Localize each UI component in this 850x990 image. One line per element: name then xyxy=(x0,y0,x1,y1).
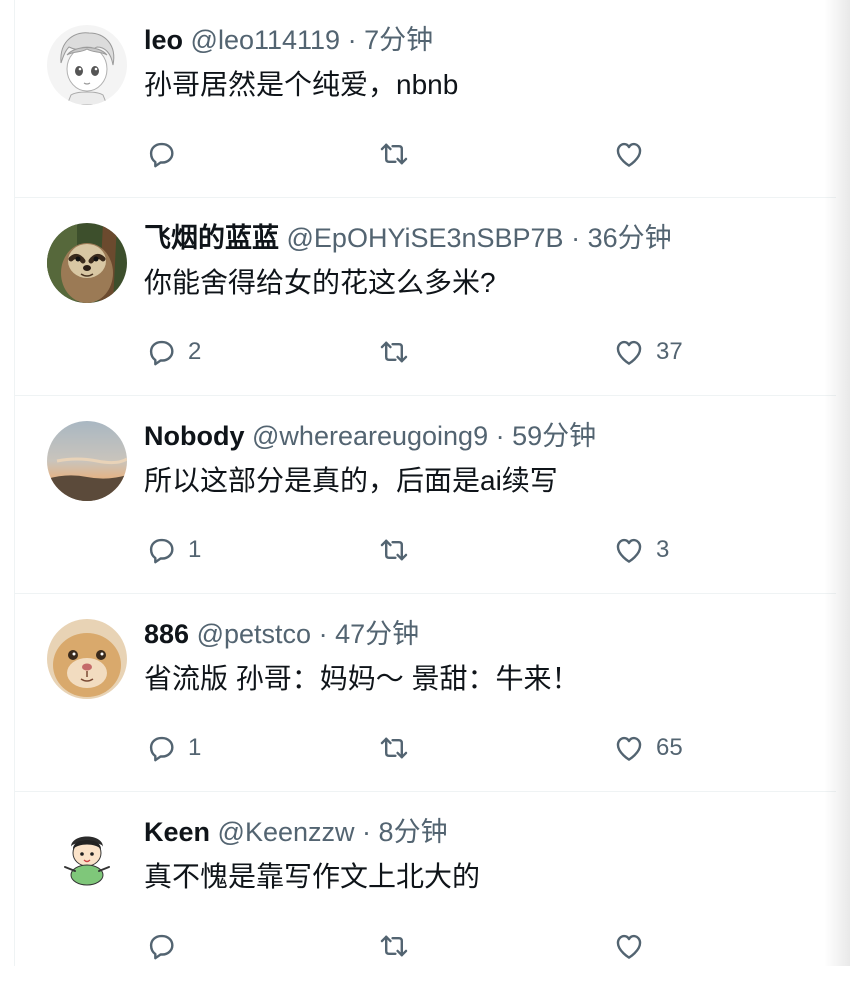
like-button[interactable] xyxy=(612,926,656,966)
avatar[interactable] xyxy=(47,619,127,699)
like-count: 65 xyxy=(656,734,683,761)
reply-button[interactable]: 1 xyxy=(144,530,201,570)
like-button[interactable] xyxy=(612,134,656,174)
heart-icon xyxy=(612,137,646,171)
reply-header: Keen @Keenzzw · 8分钟 xyxy=(144,815,448,849)
reply-feed: leo @leo114119 · 7分钟 孙哥居然是个纯爱，nbnb 飞烟的蓝蓝… xyxy=(0,0,850,966)
display-name[interactable]: leo xyxy=(144,25,183,55)
timestamp[interactable]: 59分钟 xyxy=(512,421,596,451)
separator-dot: · xyxy=(571,223,581,253)
reply-icon xyxy=(144,929,178,963)
like-button[interactable]: 37 xyxy=(612,332,683,372)
user-handle[interactable]: @petstco xyxy=(197,619,311,649)
reply-icon xyxy=(144,731,178,765)
retweet-button[interactable] xyxy=(377,926,421,966)
action-bar: 2 37 xyxy=(144,332,704,372)
separator-dot: · xyxy=(495,421,505,451)
reply-text: 孙哥居然是个纯爱，nbnb xyxy=(144,69,459,100)
retweet-button[interactable] xyxy=(377,332,421,372)
retweet-icon xyxy=(377,137,411,171)
display-name[interactable]: 886 xyxy=(144,619,189,649)
display-name[interactable]: Nobody xyxy=(144,421,245,451)
timestamp[interactable]: 8分钟 xyxy=(379,817,448,847)
reply-icon xyxy=(144,533,178,567)
reply-text: 所以这部分是真的，后面是ai续写 xyxy=(144,465,558,496)
avatar[interactable] xyxy=(47,421,127,501)
heart-icon xyxy=(612,929,646,963)
reply-count: 1 xyxy=(188,734,202,761)
reply-count: 2 xyxy=(188,338,202,365)
reply-text: 省流版 孙哥：妈妈～ 景甜：牛来！ xyxy=(144,663,580,694)
user-handle[interactable]: @Keenzzw xyxy=(218,817,355,847)
separator-dot: · xyxy=(347,25,357,55)
like-button[interactable]: 3 xyxy=(612,530,669,570)
timestamp[interactable]: 7分钟 xyxy=(364,25,433,55)
action-bar: 1 3 xyxy=(144,530,704,570)
reply-button[interactable] xyxy=(144,134,188,174)
reply-button[interactable]: 1 xyxy=(144,728,201,768)
heart-icon xyxy=(612,533,646,567)
display-name[interactable]: Keen xyxy=(144,817,210,847)
avatar[interactable] xyxy=(47,25,127,105)
retweet-icon xyxy=(377,335,411,369)
retweet-button[interactable] xyxy=(377,134,421,174)
timestamp[interactable]: 36分钟 xyxy=(588,223,672,253)
retweet-button[interactable] xyxy=(377,728,421,768)
retweet-button[interactable] xyxy=(377,530,421,570)
like-button[interactable]: 65 xyxy=(612,728,683,768)
like-count: 37 xyxy=(656,338,683,365)
reply-header: Nobody @whereareugoing9 · 59分钟 xyxy=(144,419,596,453)
action-bar xyxy=(144,134,704,174)
timestamp[interactable]: 47分钟 xyxy=(335,619,419,649)
reply-button[interactable]: 2 xyxy=(144,332,201,372)
avatar[interactable] xyxy=(47,223,127,303)
reply-icon xyxy=(144,335,178,369)
reply-header: 飞烟的蓝蓝 @EpOHYiSE3nSBP7B · 36分钟 xyxy=(144,221,672,255)
reply-item[interactable]: 886 @petstco · 47分钟 省流版 孙哥：妈妈～ 景甜：牛来！ 1 … xyxy=(15,594,836,792)
reply-icon xyxy=(144,137,178,171)
reply-item[interactable]: leo @leo114119 · 7分钟 孙哥居然是个纯爱，nbnb xyxy=(15,0,836,198)
reply-text: 真不愧是靠写作文上北大的 xyxy=(144,861,481,892)
heart-icon xyxy=(612,335,646,369)
separator-dot: · xyxy=(362,817,372,847)
retweet-icon xyxy=(377,533,411,567)
heart-icon xyxy=(612,731,646,765)
display-name[interactable]: 飞烟的蓝蓝 xyxy=(144,223,279,253)
action-bar: 1 65 xyxy=(144,728,704,768)
user-handle[interactable]: @whereareugoing9 xyxy=(252,421,488,451)
reply-item[interactable]: Keen @Keenzzw · 8分钟 真不愧是靠写作文上北大的 xyxy=(15,792,836,990)
avatar[interactable] xyxy=(47,817,127,897)
reply-header: 886 @petstco · 47分钟 xyxy=(144,617,419,651)
separator-dot: · xyxy=(318,619,328,649)
reply-header: leo @leo114119 · 7分钟 xyxy=(144,23,433,57)
retweet-icon xyxy=(377,929,411,963)
user-handle[interactable]: @leo114119 xyxy=(191,25,341,55)
like-count: 3 xyxy=(656,536,670,563)
page-edge-shadow xyxy=(824,0,850,966)
reply-button[interactable] xyxy=(144,926,188,966)
reply-item[interactable]: Nobody @whereareugoing9 · 59分钟 所以这部分是真的，… xyxy=(15,396,836,594)
reply-text: 你能舍得给女的花这么多米? xyxy=(144,267,496,298)
reply-item[interactable]: 飞烟的蓝蓝 @EpOHYiSE3nSBP7B · 36分钟 你能舍得给女的花这么… xyxy=(15,198,836,396)
user-handle[interactable]: @EpOHYiSE3nSBP7B xyxy=(287,223,564,253)
reply-count: 1 xyxy=(188,536,202,563)
retweet-icon xyxy=(377,731,411,765)
action-bar xyxy=(144,926,704,966)
